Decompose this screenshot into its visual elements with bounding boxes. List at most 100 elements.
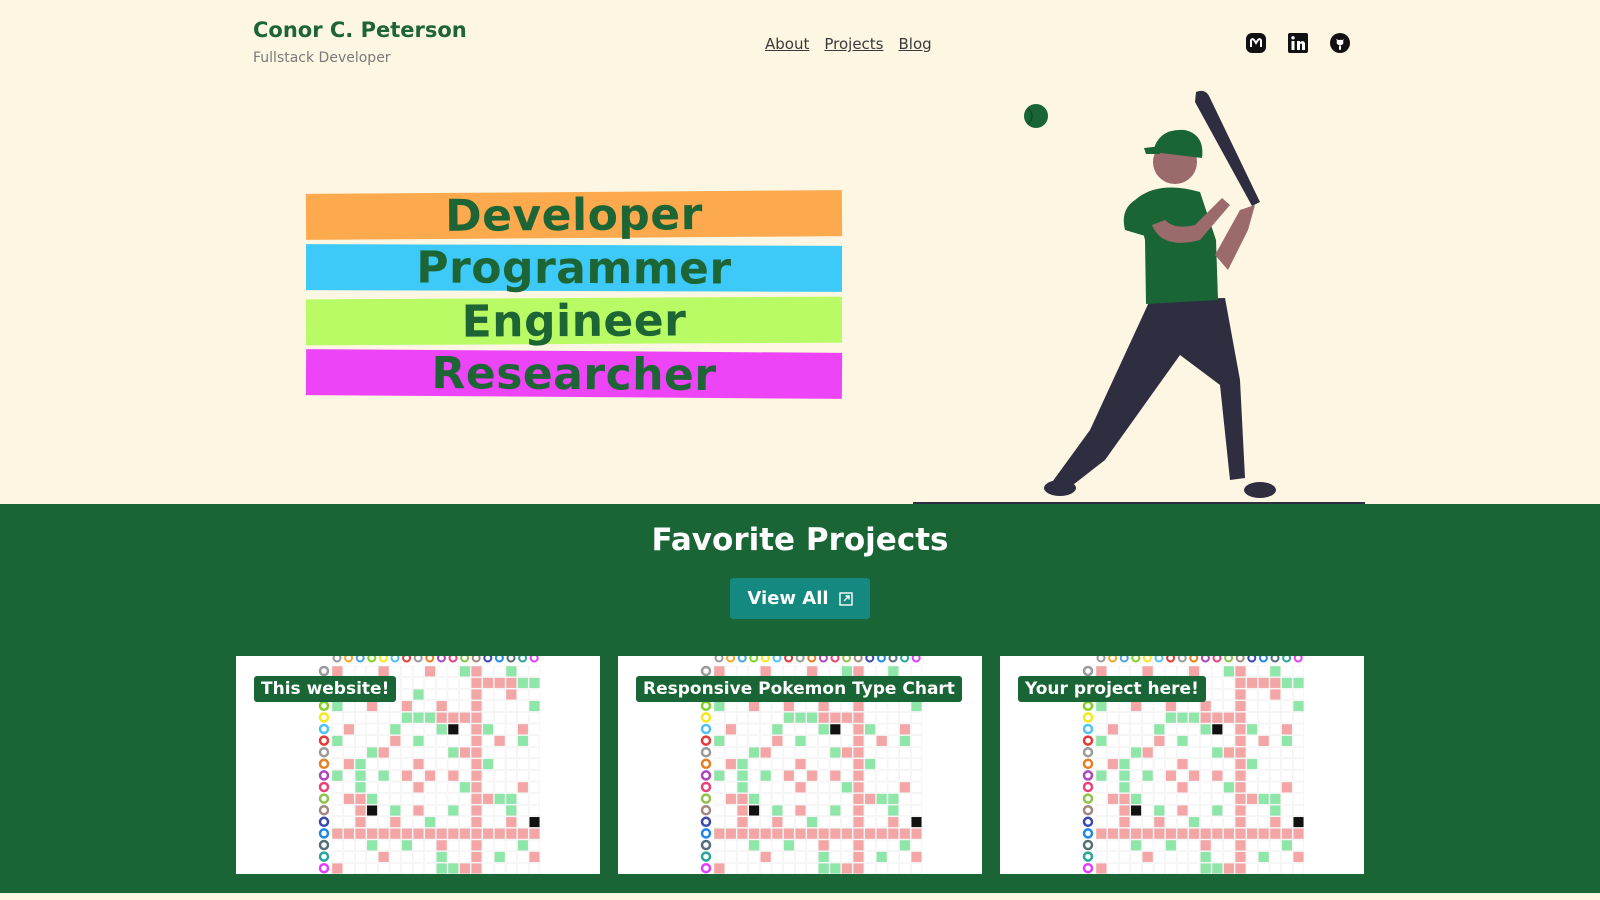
type-chart-cell bbox=[1281, 828, 1293, 840]
type-chart-cell bbox=[1292, 770, 1305, 782]
type-chart-cell bbox=[736, 804, 749, 817]
type-ring-icon bbox=[318, 712, 330, 723]
type-chart-cell bbox=[436, 793, 448, 805]
type-chart-cell bbox=[1130, 735, 1142, 747]
type-chart-cell bbox=[401, 677, 413, 689]
type-chart-cell bbox=[899, 793, 911, 805]
type-chart-cell bbox=[771, 781, 783, 793]
type-chart-cell bbox=[1211, 735, 1223, 747]
github-icon[interactable] bbox=[1329, 32, 1351, 54]
type-chart-cell bbox=[331, 712, 343, 724]
linkedin-icon[interactable] bbox=[1287, 32, 1309, 54]
type-chart-cell bbox=[401, 828, 413, 840]
type-chart-cell bbox=[841, 862, 853, 874]
type-ring-icon bbox=[318, 839, 330, 851]
type-ring-icon bbox=[1082, 851, 1094, 862]
type-chart-cell bbox=[864, 770, 876, 782]
type-chart-cell bbox=[1130, 712, 1142, 724]
type-chart-cell bbox=[713, 723, 725, 735]
project-card-pokemon-type-chart[interactable]: Responsive Pokemon Type Chart bbox=[618, 656, 982, 874]
type-ring-icon bbox=[1166, 656, 1176, 663]
type-chart-cell bbox=[783, 746, 795, 759]
type-chart-cell bbox=[841, 839, 853, 851]
type-chart-cell bbox=[1292, 677, 1305, 689]
type-chart-cell bbox=[528, 665, 541, 677]
type-chart-cell bbox=[528, 723, 541, 735]
nav-link-about[interactable]: About bbox=[765, 35, 809, 53]
type-chart-cell bbox=[748, 746, 760, 759]
type-chart-cell bbox=[424, 688, 436, 701]
type-chart-cell bbox=[725, 770, 737, 782]
type-chart-cell bbox=[494, 735, 506, 747]
type-chart-cell bbox=[852, 758, 865, 770]
type-chart-cell bbox=[1281, 793, 1293, 805]
type-chart-cell bbox=[1130, 862, 1142, 874]
type-chart-cell bbox=[1223, 862, 1235, 874]
type-chart-cell bbox=[505, 723, 517, 735]
type-chart-cell bbox=[1211, 665, 1223, 677]
type-chart-cell bbox=[1269, 688, 1281, 701]
type-ring-icon bbox=[700, 804, 712, 816]
site-subtitle: Fullstack Developer bbox=[253, 50, 391, 66]
type-chart-cell bbox=[1130, 804, 1142, 817]
type-chart-cell bbox=[494, 862, 506, 874]
type-chart-cell bbox=[1246, 688, 1258, 701]
type-chart-cell bbox=[447, 793, 459, 805]
type-chart-cell bbox=[1107, 793, 1119, 805]
type-chart-cell bbox=[748, 839, 760, 851]
type-chart-cell bbox=[841, 700, 853, 712]
type-chart-cell bbox=[887, 828, 899, 840]
nav-link-blog[interactable]: Blog bbox=[899, 35, 932, 53]
type-chart-cell bbox=[517, 712, 529, 724]
type-ring-icon bbox=[700, 828, 712, 839]
site-owner-name[interactable]: Conor C. Peterson bbox=[253, 18, 467, 42]
view-all-button[interactable]: View All bbox=[730, 578, 870, 619]
project-card-this-website[interactable]: This website! bbox=[236, 656, 600, 874]
mastodon-icon[interactable] bbox=[1245, 32, 1267, 54]
type-chart-cell bbox=[748, 770, 760, 782]
type-chart-cell bbox=[1292, 828, 1305, 840]
type-ring-icon bbox=[402, 656, 412, 663]
type-chart-cell bbox=[818, 828, 830, 840]
type-chart-cell bbox=[910, 804, 923, 817]
type-chart-cell bbox=[887, 700, 899, 712]
type-chart-cell bbox=[366, 746, 378, 759]
type-chart-cell bbox=[378, 781, 390, 793]
type-chart-cell bbox=[482, 700, 494, 712]
type-chart-cell bbox=[1223, 804, 1235, 817]
type-chart-cell bbox=[1142, 839, 1154, 851]
type-chart-cell bbox=[459, 816, 471, 828]
type-chart-cell bbox=[1234, 839, 1247, 851]
type-chart-cell bbox=[1188, 851, 1200, 863]
type-chart-cell bbox=[760, 758, 772, 770]
type-chart-cell bbox=[1142, 735, 1154, 747]
type-chart-cell bbox=[910, 781, 923, 793]
type-chart-cell bbox=[794, 712, 807, 724]
type-chart-cell bbox=[1118, 781, 1131, 793]
type-chart-cell bbox=[389, 828, 401, 840]
type-chart-cell bbox=[1130, 828, 1142, 840]
type-chart-cell bbox=[517, 781, 529, 793]
nav-link-projects[interactable]: Projects bbox=[824, 35, 883, 53]
type-chart-cell bbox=[899, 770, 911, 782]
type-chart-cell bbox=[748, 828, 760, 840]
type-chart-cell bbox=[876, 735, 888, 747]
type-chart-cell bbox=[864, 804, 876, 817]
type-chart-cell bbox=[354, 712, 367, 724]
type-chart-cell bbox=[378, 793, 390, 805]
type-chart-cell bbox=[436, 770, 448, 782]
type-chart-cell bbox=[1153, 804, 1165, 817]
type-chart-cell bbox=[447, 665, 459, 677]
type-chart-cell bbox=[1223, 688, 1235, 701]
type-chart-cell bbox=[783, 712, 795, 724]
type-chart-cell bbox=[528, 804, 541, 817]
type-chart-cell bbox=[1165, 770, 1177, 782]
type-chart-cell bbox=[389, 665, 401, 677]
type-chart-cell bbox=[1095, 665, 1107, 677]
type-chart-cell bbox=[482, 781, 494, 793]
type-chart-cell bbox=[818, 851, 830, 863]
type-chart-cell bbox=[505, 665, 517, 677]
project-card-your-project[interactable]: Your project here! bbox=[1000, 656, 1364, 874]
type-chart-cell bbox=[401, 758, 413, 770]
type-ring-icon bbox=[876, 656, 886, 663]
